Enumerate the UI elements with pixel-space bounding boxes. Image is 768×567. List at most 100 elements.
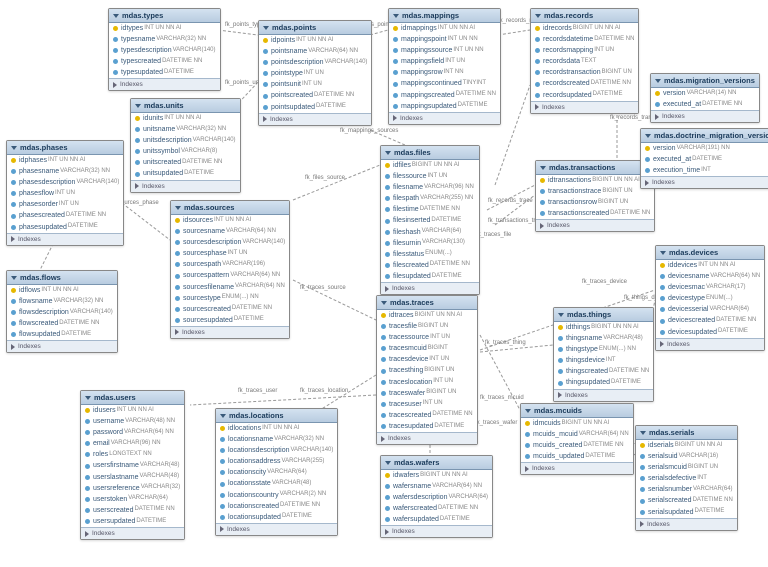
column-row[interactable]: thingsupdated DATETIME bbox=[554, 377, 653, 388]
column-row[interactable]: thingsname VARCHAR(48) bbox=[554, 333, 653, 344]
column-row[interactable]: idtypes INT UN NN AI bbox=[109, 23, 220, 34]
column-row[interactable]: idthings BIGINT UN NN AI bbox=[554, 322, 653, 333]
column-row[interactable]: pointsupdated DATETIME bbox=[259, 102, 371, 113]
column-row[interactable]: serialsupdated DATETIME bbox=[636, 507, 737, 518]
column-row[interactable]: recordsmapping INT UN bbox=[531, 45, 638, 56]
table-locations[interactable]: mdas.locationsidlocations INT UN NN AIlo… bbox=[215, 408, 338, 536]
indexes-section[interactable]: Indexes bbox=[216, 523, 337, 535]
table-header[interactable]: mdas.migration_versions bbox=[651, 74, 759, 88]
column-row[interactable]: idmappings INT UN NN AI bbox=[389, 23, 500, 34]
column-row[interactable]: serialsnumber VARCHAR(64) bbox=[636, 484, 737, 495]
column-row[interactable]: filespath VARCHAR(255) NN bbox=[381, 193, 479, 204]
column-row[interactable]: idtraces BIGINT UN NN AI bbox=[377, 310, 477, 321]
column-row[interactable]: idmcuids BIGINT UN NN AI bbox=[521, 418, 633, 429]
column-row[interactable]: thingscreated DATETIME NN bbox=[554, 366, 653, 377]
column-row[interactable]: filesstatus ENUM(...) bbox=[381, 249, 479, 260]
indexes-section[interactable]: Indexes bbox=[521, 462, 633, 474]
column-row[interactable]: usersupdated DATETIME bbox=[81, 516, 184, 527]
column-row[interactable]: sourcesdescription VARCHAR(140) bbox=[171, 237, 289, 248]
column-row[interactable]: roles LONGTEXT NN bbox=[81, 449, 184, 460]
table-header[interactable]: mdas.points bbox=[259, 21, 371, 35]
column-row[interactable]: transactionstrace BIGINT UN bbox=[536, 186, 654, 197]
column-row[interactable]: filescreated DATETIME NN bbox=[381, 260, 479, 271]
table-header[interactable]: mdas.serials bbox=[636, 426, 737, 440]
column-row[interactable]: devicesmac VARCHAR(17) bbox=[656, 282, 764, 293]
column-row[interactable]: recordscreated DATETIME NN bbox=[531, 78, 638, 89]
column-row[interactable]: transactionsrow BIGINT UN bbox=[536, 197, 654, 208]
table-header[interactable]: mdas.devices bbox=[656, 246, 764, 260]
column-row[interactable]: sourcespath VARCHAR(196) bbox=[171, 259, 289, 270]
column-row[interactable]: tracesdevice INT UN bbox=[377, 354, 477, 365]
column-row[interactable]: idrecords BIGINT UN NN AI bbox=[531, 23, 638, 34]
column-row[interactable]: filessource INT UN bbox=[381, 171, 479, 182]
column-row[interactable]: tracesthing BIGINT UN bbox=[377, 365, 477, 376]
column-row[interactable]: mappingspoint INT UN NN bbox=[389, 34, 500, 45]
column-row[interactable]: userstoken VARCHAR(64) bbox=[81, 494, 184, 505]
column-row[interactable]: phasesupdated DATETIME bbox=[7, 222, 123, 233]
table-header[interactable]: mdas.transactions bbox=[536, 161, 654, 175]
column-row[interactable]: tracesuser INT UN bbox=[377, 399, 477, 410]
column-row[interactable]: typesupdated DATETIME bbox=[109, 67, 220, 78]
indexes-section[interactable]: Indexes bbox=[81, 527, 184, 539]
column-row[interactable]: idunits INT UN NN AI bbox=[131, 113, 240, 124]
table-header[interactable]: mdas.mappings bbox=[389, 9, 500, 23]
column-row[interactable]: tracessource INT UN bbox=[377, 332, 477, 343]
column-row[interactable]: sourcesphase INT UN bbox=[171, 248, 289, 259]
column-row[interactable]: idsources INT UN NN AI bbox=[171, 215, 289, 226]
column-row[interactable]: sourcesname VARCHAR(64) NN bbox=[171, 226, 289, 237]
column-row[interactable]: userscreated DATETIME NN bbox=[81, 505, 184, 516]
column-row[interactable]: executed_at DATETIME bbox=[641, 154, 768, 165]
column-row[interactable]: sourcestype ENUM(...) NN bbox=[171, 293, 289, 304]
column-row[interactable]: tracesmcuid BIGINT bbox=[377, 343, 477, 354]
table-users[interactable]: mdas.usersidusers INT UN NN AIusername V… bbox=[80, 390, 185, 540]
table-header[interactable]: mdas.phases bbox=[7, 141, 123, 155]
column-row[interactable]: transactionscreated DATETIME NN bbox=[536, 208, 654, 219]
indexes-section[interactable]: Indexes bbox=[656, 338, 764, 350]
table-mcuids[interactable]: mdas.mcuidsidmcuids BIGINT UN NN AI mcuid… bbox=[520, 403, 634, 475]
column-row[interactable]: recordsdatetime DATETIME NN bbox=[531, 34, 638, 45]
column-row[interactable]: filesurnin VARCHAR(130) bbox=[381, 238, 479, 249]
column-row[interactable]: serialscreated DATETIME NN bbox=[636, 495, 737, 506]
column-row[interactable]: sourcesupdated DATETIME bbox=[171, 315, 289, 326]
column-row[interactable]: userslastname VARCHAR(48) bbox=[81, 472, 184, 483]
indexes-section[interactable]: Indexes bbox=[554, 389, 653, 401]
indexes-section[interactable]: Indexes bbox=[651, 110, 759, 122]
column-row[interactable]: traceslocation INT UN bbox=[377, 377, 477, 388]
table-traces[interactable]: mdas.tracesidtraces BIGINT UN NN AItrace… bbox=[376, 295, 478, 445]
table-header[interactable]: mdas.mcuids bbox=[521, 404, 633, 418]
table-header[interactable]: mdas.users bbox=[81, 391, 184, 405]
column-row[interactable]: tracescreated DATETIME NN bbox=[377, 410, 477, 421]
column-row[interactable]: mcuids_updated DATETIME bbox=[521, 451, 633, 462]
column-row[interactable]: devicestype ENUM(...) bbox=[656, 293, 764, 304]
table-points[interactable]: mdas.pointsidpoints INT UN NN AIpointsna… bbox=[258, 20, 372, 126]
column-row[interactable]: pointsdescription VARCHAR(140) bbox=[259, 57, 371, 68]
column-row[interactable]: flowsupdated DATETIME bbox=[7, 329, 117, 340]
column-row[interactable]: sourcespattern VARCHAR(64) NN bbox=[171, 270, 289, 281]
table-header[interactable]: mdas.wafers bbox=[381, 456, 492, 470]
table-header[interactable]: mdas.files bbox=[381, 146, 479, 160]
table-phases[interactable]: mdas.phasesidphases INT UN NN AIphasesna… bbox=[6, 140, 124, 246]
column-row[interactable]: devicescreated DATETIME NN bbox=[656, 315, 764, 326]
table-header[interactable]: mdas.types bbox=[109, 9, 220, 23]
indexes-section[interactable]: Indexes bbox=[389, 112, 500, 124]
column-row[interactable]: recordstransaction BIGINT UN bbox=[531, 67, 638, 78]
column-row[interactable]: mappingssource INT UN NN bbox=[389, 45, 500, 56]
column-row[interactable]: typesdescription VARCHAR(140) bbox=[109, 45, 220, 56]
column-row[interactable]: password VARCHAR(64) NN bbox=[81, 427, 184, 438]
column-row[interactable]: wafersdescription VARCHAR(64) bbox=[381, 492, 492, 503]
column-row[interactable]: recordsdata TEXT bbox=[531, 56, 638, 67]
table-sources[interactable]: mdas.sourcesidsources INT UN NN AIsource… bbox=[170, 200, 290, 339]
table-header[interactable]: mdas.units bbox=[131, 99, 240, 113]
column-row[interactable]: phasescreated DATETIME NN bbox=[7, 210, 123, 221]
indexes-section[interactable]: Indexes bbox=[171, 326, 289, 338]
table-header[interactable]: mdas.sources bbox=[171, 201, 289, 215]
indexes-section[interactable]: Indexes bbox=[377, 432, 477, 444]
column-row[interactable]: idfiles BIGINT UN NN AI bbox=[381, 160, 479, 171]
indexes-section[interactable]: Indexes bbox=[259, 113, 371, 125]
column-row[interactable]: iddevices INT UN NN AI bbox=[656, 260, 764, 271]
indexes-section[interactable]: Indexes bbox=[636, 518, 737, 530]
table-header[interactable]: mdas.locations bbox=[216, 409, 337, 423]
table-doctrine_migration_versions[interactable]: mdas.doctrine_migration_versionsversion … bbox=[640, 128, 768, 189]
column-row[interactable]: idserials BIGINT UN NN AI bbox=[636, 440, 737, 451]
indexes-section[interactable]: Indexes bbox=[381, 525, 492, 537]
